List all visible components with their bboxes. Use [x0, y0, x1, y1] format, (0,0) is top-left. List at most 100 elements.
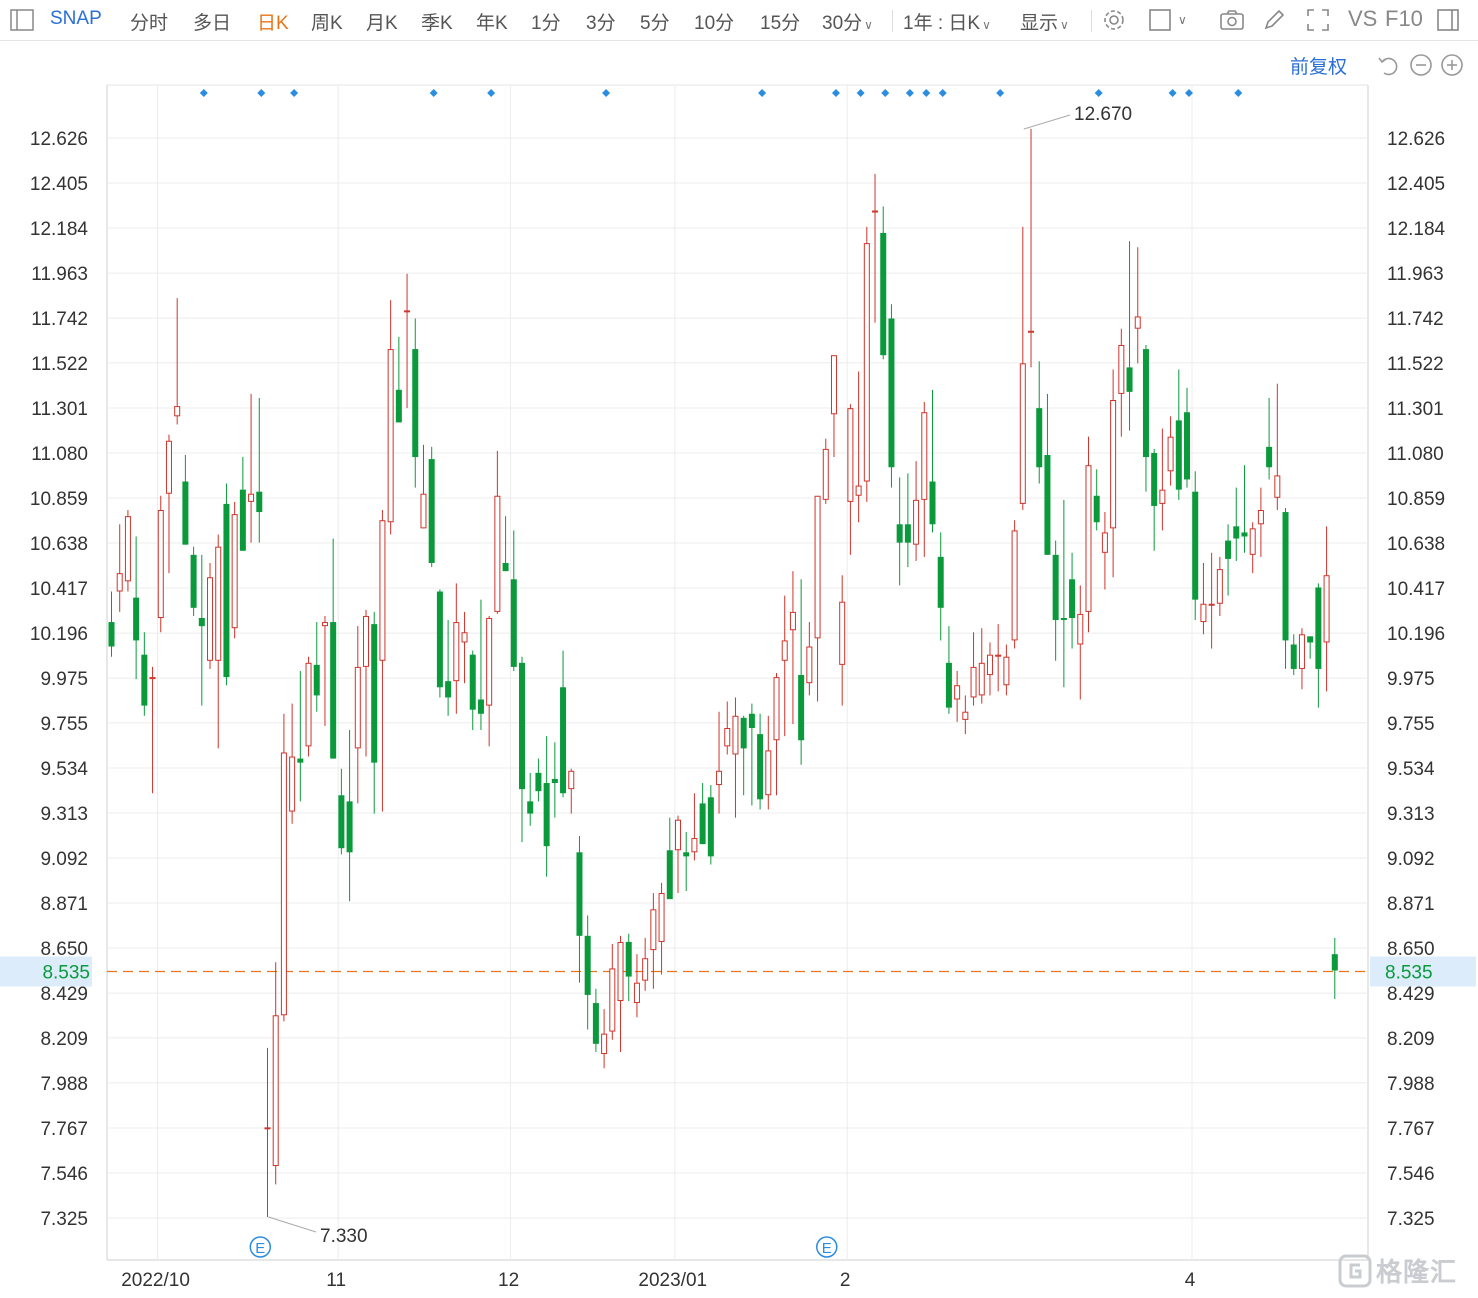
event-marker-diamond	[905, 89, 914, 97]
candle-body-up	[839, 601, 846, 665]
candle-body-up	[280, 752, 287, 1016]
candle-body-up	[986, 654, 993, 676]
candle-body-down	[1233, 526, 1240, 539]
candle-body-down	[108, 622, 115, 647]
candle-body-up	[921, 412, 928, 500]
candle-body-up	[674, 819, 681, 851]
y-tick-label-right: 8.871	[1387, 894, 1435, 915]
candle-body-up	[494, 495, 501, 612]
candle-body-down	[535, 772, 542, 792]
candle-body-down	[445, 681, 452, 698]
x-tick-label: 11	[326, 1270, 346, 1291]
candle-body-down	[412, 349, 419, 458]
event-marker-diamond	[856, 89, 865, 97]
y-tick-label-right: 9.092	[1387, 849, 1435, 870]
candle-body-up	[789, 611, 796, 631]
y-tick-label-left: 12.184	[30, 219, 89, 240]
y-tick-label-left: 11.963	[31, 264, 88, 285]
candle-body-up	[765, 750, 772, 796]
candle-body-up	[1257, 510, 1264, 525]
candle-body-down	[1093, 495, 1100, 523]
candle-body-down	[519, 662, 525, 790]
candlestick-chart[interactable]: 12.626 12.626 12.405 12.405 12.184 12.184 11.9…	[0, 0, 1478, 1298]
candle-body-down	[560, 687, 567, 794]
candle-body-down	[551, 778, 558, 784]
candle-body-up	[1110, 400, 1117, 529]
candle-body-up	[1077, 613, 1084, 645]
y-tick-label-left: 9.755	[40, 714, 88, 735]
earnings-marker: E	[816, 1236, 838, 1258]
candle-body-up	[1208, 603, 1215, 606]
candle-body-down	[945, 662, 952, 708]
candle-body-down	[748, 713, 755, 729]
candle-body-up	[453, 622, 460, 682]
candle-body-down	[1036, 408, 1043, 468]
earnings-marker-label: E	[255, 1240, 265, 1257]
y-tick-label-right: 10.196	[1387, 624, 1445, 645]
y-tick-label-right: 9.755	[1387, 714, 1435, 735]
candle-body-down	[543, 783, 550, 847]
watermark-logo: 格隆汇	[1338, 1252, 1457, 1289]
candle-body-down	[757, 734, 764, 800]
y-tick-label-right: 7.767	[1387, 1119, 1435, 1140]
y-tick-label-left: 10.638	[30, 534, 88, 555]
y-tick-label-left: 9.313	[40, 804, 88, 825]
y-tick-label-right: 10.638	[1387, 534, 1445, 555]
candle-body-down	[1052, 554, 1059, 621]
candle-body-up	[806, 646, 813, 684]
y-tick-label-right: 8.429	[1387, 984, 1435, 1005]
y-tick-label-left: 9.092	[40, 849, 88, 870]
y-tick-label-left: 7.546	[40, 1164, 88, 1185]
candle-body-down	[297, 758, 304, 763]
candle-body-down	[198, 618, 205, 627]
candle-body-up	[1003, 656, 1010, 686]
y-tick-label-right: 9.975	[1387, 669, 1435, 690]
candle-body-down	[313, 664, 320, 696]
y-tick-label-left: 7.988	[40, 1074, 88, 1095]
y-tick-label-left: 12.405	[30, 174, 88, 195]
y-tick-label-right: 8.209	[1387, 1029, 1435, 1050]
candle-body-up	[149, 677, 156, 680]
event-marker-diamond	[881, 89, 890, 97]
candle-body-up	[1011, 530, 1018, 641]
max-annotation-leader	[1023, 114, 1071, 130]
candle-body-up	[995, 654, 1002, 657]
y-tick-label-left: 9.975	[40, 669, 88, 690]
candle-body-up	[165, 440, 172, 494]
candle-body-down	[502, 562, 509, 572]
candle-body-down	[592, 1003, 599, 1044]
y-tick-label-left: 11.522	[31, 354, 88, 375]
candle-body-down	[707, 797, 714, 857]
candle-body-down	[190, 554, 197, 608]
y-tick-label-right: 11.301	[1387, 399, 1444, 420]
y-tick-label-right: 10.859	[1387, 489, 1445, 510]
candle-body-up	[568, 770, 575, 790]
candle-body-down	[223, 503, 230, 678]
candle-body-up	[617, 941, 624, 1002]
candle-body-down	[1290, 644, 1297, 669]
event-marker-diamond	[487, 89, 496, 97]
event-marker-diamond	[831, 89, 840, 97]
candle-body-up	[157, 510, 164, 619]
candle-body-up	[1085, 465, 1092, 612]
candle-body-up	[264, 1127, 271, 1130]
x-tick-label: 4	[1185, 1270, 1196, 1291]
candle-body-up	[954, 685, 961, 700]
candle-body-down	[929, 481, 936, 525]
candle-body-down	[182, 481, 189, 545]
min-annotation-label: 7.330	[320, 1226, 368, 1247]
y-tick-label-right: 11.080	[1387, 444, 1444, 465]
candle-body-down	[477, 699, 484, 714]
candle-body-up	[814, 495, 821, 639]
candle-body-up	[1323, 575, 1330, 643]
event-marker-diamond	[602, 89, 611, 97]
candle-body-down	[338, 795, 345, 849]
candle-body-down	[141, 654, 148, 706]
y-tick-label-right: 12.626	[1387, 129, 1445, 150]
y-tick-label-left: 10.417	[30, 579, 88, 600]
earnings-marker-label: E	[822, 1240, 832, 1257]
candle-body-up	[732, 715, 739, 755]
event-marker-diamond	[1168, 89, 1177, 97]
candle-body-up	[1200, 603, 1207, 623]
candle-body-up	[642, 958, 649, 981]
